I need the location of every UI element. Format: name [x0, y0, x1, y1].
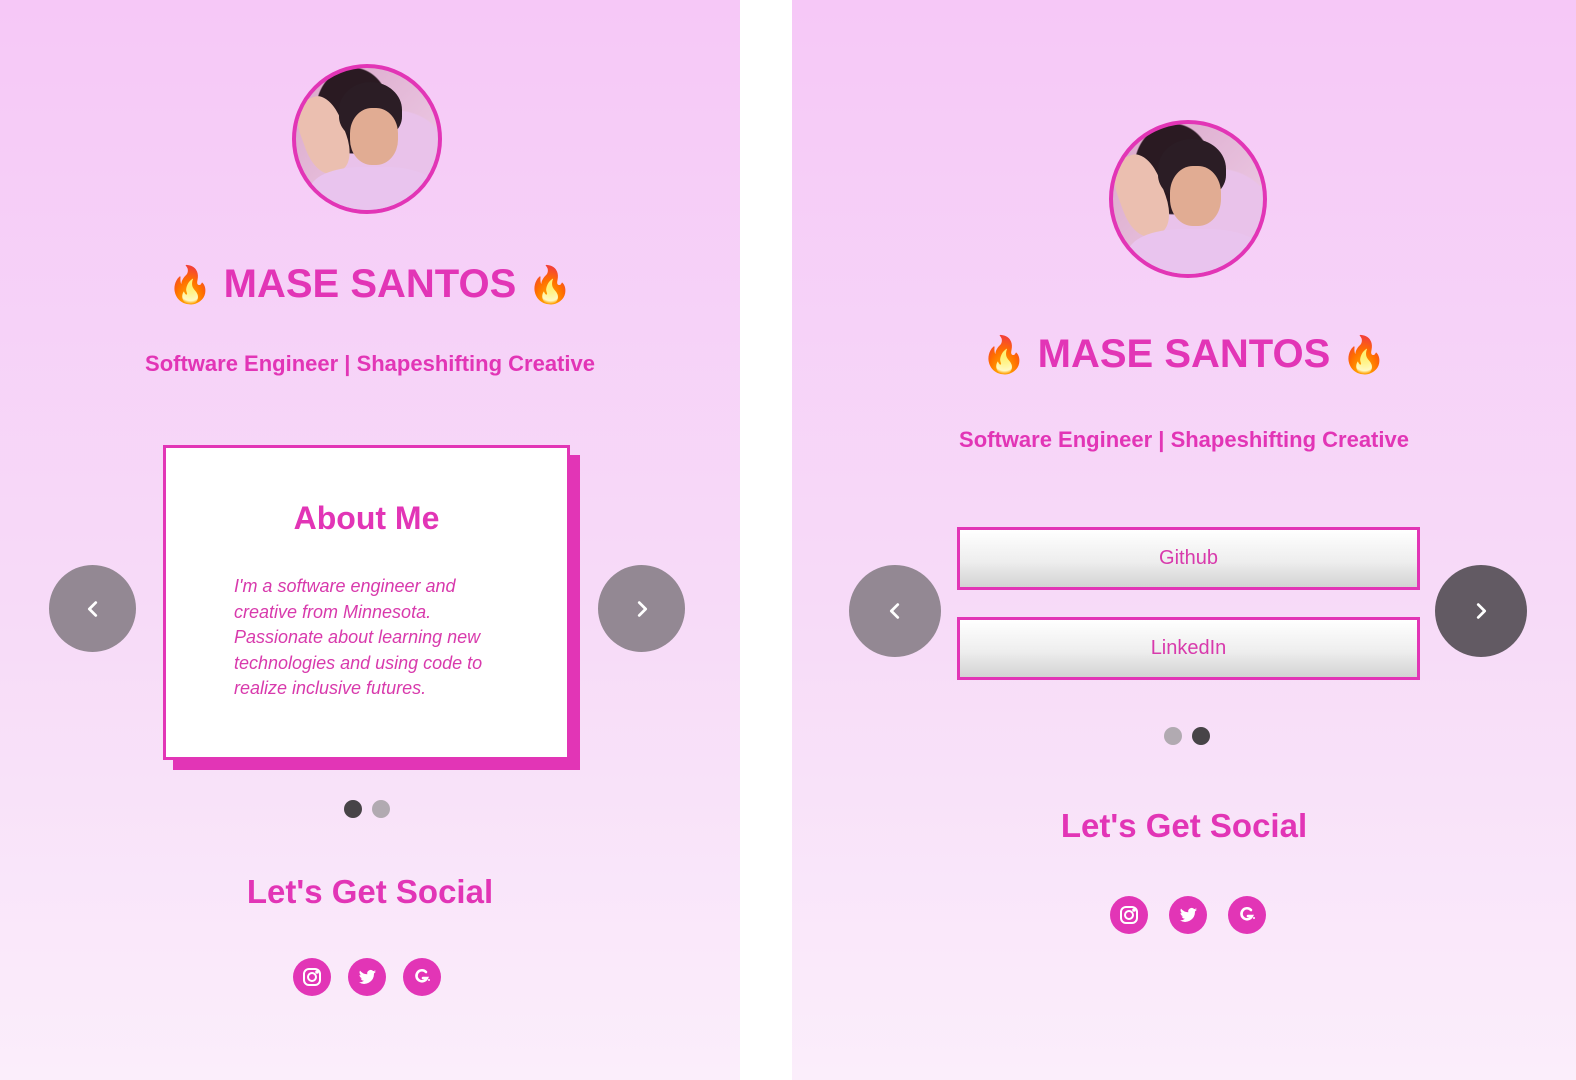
carousel-prev-button[interactable] — [49, 565, 136, 652]
chevron-right-icon — [637, 600, 647, 617]
carousel-prev-button[interactable] — [849, 565, 941, 657]
profile-name-text: MASE SANTOS — [1037, 332, 1331, 376]
profile-subtitle: Software Engineer | Shapeshifting Creati… — [959, 427, 1409, 452]
profile-panel-links: 🔥 MASE SANTOS 🔥 Software Engineer | Shap… — [792, 0, 1576, 1080]
carousel-indicators — [1164, 727, 1210, 745]
fire-emoji-right: 🔥 — [1341, 334, 1387, 375]
about-text: I'm a software engineer and creative fro… — [234, 576, 483, 698]
github-button[interactable]: Github — [957, 527, 1420, 590]
profile-panel-about: 🔥 MASE SANTOS 🔥 Software Engineer | Shap… — [0, 0, 740, 1080]
about-title: About Me — [293, 500, 440, 536]
profile-name: 🔥 MASE SANTOS 🔥 — [0, 262, 740, 307]
carousel-next-button[interactable] — [1435, 565, 1527, 657]
twitter-icon[interactable] — [348, 958, 386, 996]
carousel-dot-2[interactable] — [372, 800, 390, 818]
social-links — [1110, 896, 1266, 934]
carousel-next-button[interactable] — [598, 565, 685, 652]
fire-emoji-right: 🔥 — [527, 264, 573, 305]
carousel-dot-1[interactable] — [1164, 727, 1182, 745]
avatar — [1109, 120, 1267, 278]
linkedin-button[interactable]: LinkedIn — [957, 617, 1420, 680]
social-links — [293, 958, 441, 996]
glitch-icon[interactable] — [403, 958, 441, 996]
carousel-dot-1[interactable] — [344, 800, 362, 818]
carousel-dot-2[interactable] — [1192, 727, 1210, 745]
profile-name: 🔥 MASE SANTOS 🔥 — [792, 332, 1576, 377]
profile-name-text: MASE SANTOS — [223, 262, 517, 306]
instagram-icon[interactable] — [1110, 896, 1148, 934]
chevron-left-icon — [889, 603, 900, 619]
chevron-left-icon — [87, 600, 97, 617]
glitch-icon[interactable] — [1228, 896, 1266, 934]
avatar — [292, 64, 442, 214]
carousel-indicators — [344, 800, 390, 818]
social-title: Let's Get Social — [1060, 807, 1308, 844]
fire-emoji-left: 🔥 — [167, 264, 213, 305]
about-me-card: About Me I'm a software engineer and cre… — [163, 445, 570, 760]
profile-subtitle: Software Engineer | Shapeshifting Creati… — [145, 351, 595, 376]
instagram-icon[interactable] — [293, 958, 331, 996]
social-title: Let's Get Social — [246, 873, 494, 910]
twitter-icon[interactable] — [1169, 896, 1207, 934]
chevron-right-icon — [1476, 603, 1487, 619]
fire-emoji-left: 🔥 — [981, 334, 1027, 375]
